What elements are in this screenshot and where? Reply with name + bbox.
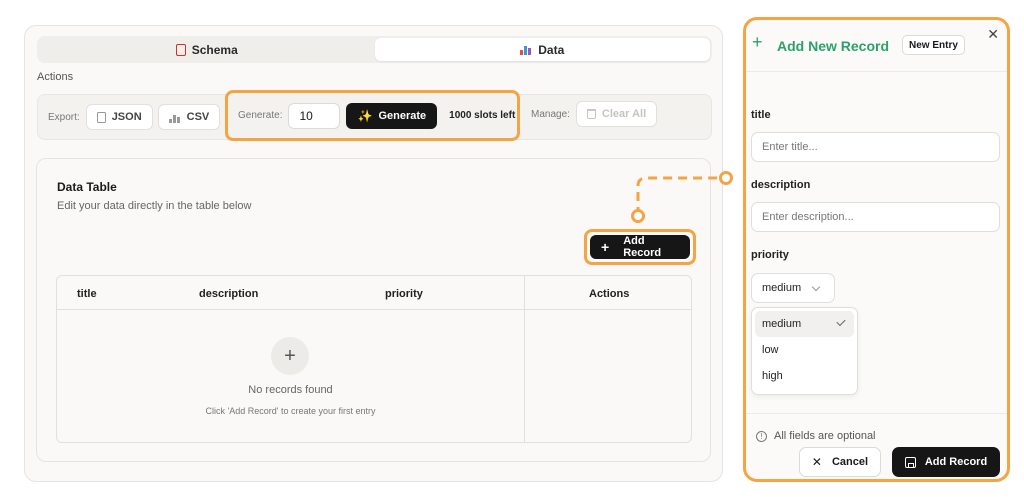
actions-heading: Actions (37, 71, 74, 83)
plus-icon: + (752, 32, 763, 52)
tab-schema[interactable]: Schema (39, 38, 375, 61)
export-csv-button[interactable]: CSV (157, 104, 221, 130)
optional-info: ! All fields are optional (756, 430, 876, 442)
generate-count-input[interactable]: 10 (288, 102, 341, 129)
empty-state-title: No records found (248, 384, 333, 396)
manage-label: Manage: (531, 108, 570, 120)
option-label: low (762, 344, 779, 356)
export-json-label: JSON (111, 111, 142, 123)
data-table-subtitle: Edit your data directly in the table bel… (57, 200, 252, 212)
chevron-down-icon (811, 282, 821, 291)
optional-info-text: All fields are optional (774, 430, 876, 442)
option-label: medium (762, 318, 802, 330)
slots-left-text: 1000 slots left (449, 110, 516, 121)
description-field-label: description (751, 179, 811, 191)
panel-title: Add New Record (777, 38, 890, 54)
panel-footer-divider (746, 413, 1007, 414)
priority-select[interactable]: medium (751, 273, 835, 303)
column-header-priority[interactable]: priority (385, 288, 423, 300)
export-label: Export: (48, 111, 80, 123)
export-csv-label: CSV (186, 111, 210, 123)
add-record-panel: + Add New Record New Entry ✕ title Enter… (743, 17, 1010, 482)
empty-add-icon[interactable]: + (271, 337, 309, 375)
manage-group: Manage: Clear All (531, 101, 662, 127)
document-icon (175, 43, 186, 56)
option-label: high (762, 370, 783, 382)
generate-button[interactable]: ✨ Generate (346, 102, 438, 129)
add-record-button[interactable]: + Add Record (590, 235, 690, 259)
panel-header: + Add New Record New Entry ✕ (746, 20, 1007, 72)
close-icon[interactable]: ✕ (987, 26, 999, 43)
generate-group: Generate: 10 ✨ Generate 1000 slots left (225, 90, 520, 141)
column-header-actions: Actions (589, 288, 630, 300)
close-icon: ✕ (811, 455, 822, 469)
tab-bar: Schema Data (37, 36, 712, 63)
table-column-divider (524, 276, 525, 442)
data-table: title description priority Actions + No … (56, 275, 692, 443)
tab-schema-label: Schema (191, 42, 238, 57)
save-icon (904, 456, 916, 468)
priority-dropdown-menu: medium low high (751, 307, 858, 395)
priority-option-low[interactable]: low (755, 337, 854, 363)
save-record-label: Add Record (924, 456, 988, 468)
tab-data[interactable]: Data (374, 38, 710, 61)
export-json-button[interactable]: JSON (85, 104, 153, 130)
check-icon (836, 316, 846, 327)
new-entry-badge: New Entry (902, 35, 965, 55)
priority-field-label: priority (751, 249, 789, 261)
sparkle-icon: ✨ (357, 108, 373, 123)
data-table-title: Data Table (57, 180, 117, 194)
column-header-description[interactable]: description (199, 288, 258, 300)
column-header-title[interactable]: title (77, 288, 97, 300)
generate-button-label: Generate (378, 109, 427, 122)
cancel-label: Cancel (831, 456, 869, 468)
description-input[interactable]: Enter description... (751, 202, 1000, 232)
clear-all-button[interactable]: Clear All (575, 101, 658, 127)
chart-icon (520, 44, 532, 55)
cancel-button[interactable]: ✕ Cancel (799, 447, 881, 477)
file-icon (96, 111, 106, 123)
empty-state-hint: Click 'Add Record' to create your first … (205, 406, 376, 416)
save-record-button[interactable]: Add Record (892, 447, 1000, 477)
table-header-divider (57, 309, 691, 310)
info-icon: ! (756, 430, 767, 442)
title-input[interactable]: Enter title... (751, 132, 1000, 162)
generate-label: Generate: (238, 110, 283, 121)
priority-option-high[interactable]: high (755, 363, 854, 389)
tab-data-label: Data (538, 42, 565, 57)
title-field-label: title (751, 109, 771, 121)
plus-icon: + (601, 239, 610, 255)
trash-icon (586, 109, 596, 119)
priority-selected-value: medium (762, 282, 802, 294)
priority-option-medium[interactable]: medium (755, 311, 854, 337)
add-record-highlight: + Add Record (584, 229, 696, 265)
add-record-label: Add Record (623, 235, 662, 259)
clear-all-label: Clear All (601, 108, 647, 120)
chart-icon (168, 112, 181, 123)
